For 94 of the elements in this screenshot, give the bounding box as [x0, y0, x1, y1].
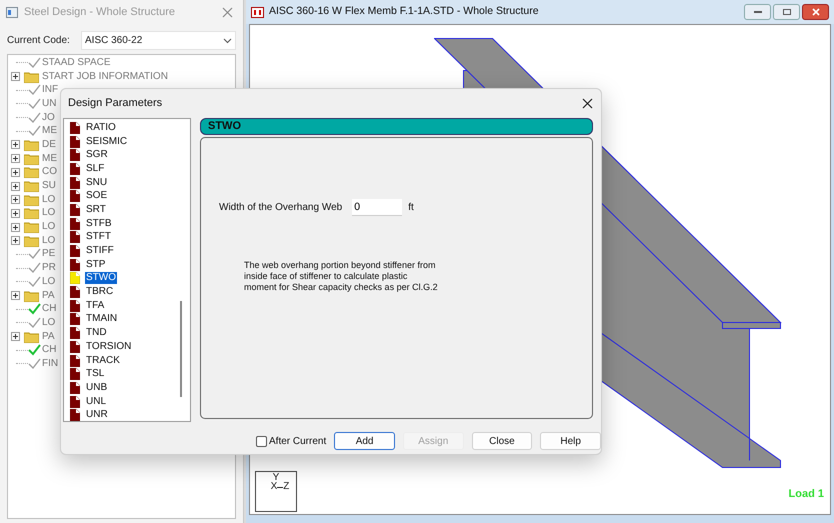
dialog-button[interactable]: Help — [540, 432, 601, 450]
tree-item[interactable]: DE — [42, 140, 56, 150]
folder-icon — [24, 180, 39, 192]
folder-icon — [24, 290, 39, 302]
dialog-button[interactable]: Close — [472, 432, 532, 450]
tree-item[interactable]: ME — [42, 154, 57, 164]
parameter-item[interactable]: SGR — [85, 149, 109, 162]
tree-item[interactable]: LO — [42, 194, 56, 205]
unit-label: ft — [408, 201, 414, 215]
parameter-item[interactable]: SRT — [85, 204, 107, 216]
parameter-item[interactable]: STP — [85, 258, 106, 271]
expand-icon[interactable] — [11, 195, 20, 204]
minimize-button[interactable] — [744, 4, 771, 20]
tree-item[interactable]: LO — [42, 236, 56, 246]
parameter-item[interactable]: UNR — [85, 409, 109, 421]
tree-item[interactable]: PA — [42, 332, 55, 342]
folder-icon — [24, 152, 39, 165]
tree-item[interactable]: LO — [42, 208, 56, 218]
document-icon — [251, 6, 264, 18]
expand-icon[interactable] — [11, 140, 20, 150]
parameter-item[interactable]: SOE — [85, 190, 108, 202]
tree-item[interactable]: INF — [42, 85, 58, 96]
parameter-item[interactable]: TSL — [85, 368, 106, 380]
parameter-item[interactable]: TORSION — [85, 340, 132, 353]
input-field[interactable]: 0 — [352, 199, 402, 216]
tree-item[interactable]: PR — [42, 263, 56, 274]
scrollbar-thumb[interactable] — [180, 301, 182, 397]
expand-icon[interactable] — [11, 332, 20, 342]
parameter-item[interactable]: STIFF — [85, 245, 115, 258]
chevron-down-icon — [223, 38, 232, 44]
parameter-item[interactable]: STFB — [85, 218, 113, 230]
dialog-title: Design Parameters — [68, 96, 162, 111]
folder-icon — [24, 166, 39, 178]
parameter-item[interactable]: SLF — [85, 162, 106, 175]
tree-item[interactable]: ME — [42, 126, 57, 136]
maximize-icon — [782, 9, 790, 15]
expand-icon[interactable] — [11, 182, 20, 191]
parameter-item[interactable]: STFT — [85, 231, 112, 244]
tree-item[interactable]: LO — [42, 276, 56, 287]
expand-icon[interactable] — [11, 154, 20, 164]
maximize-button[interactable] — [773, 4, 800, 20]
expand-icon[interactable] — [11, 291, 20, 300]
tree-item[interactable]: JO — [42, 112, 55, 123]
parameter-item[interactable]: TMAIN — [85, 313, 118, 326]
parameter-item[interactable]: SNU — [85, 176, 108, 189]
folder-icon — [24, 138, 39, 151]
minimize-icon — [754, 11, 762, 13]
expand-icon[interactable] — [11, 222, 20, 232]
tree-item[interactable]: LO — [42, 222, 56, 232]
close-icon[interactable] — [582, 98, 593, 108]
tree-item[interactable]: LO — [42, 318, 56, 328]
window-title: AISC 360-16 W Flex Memb F.1-1A.STD - Whole Structure — [269, 4, 539, 20]
tree-item[interactable]: STAAD SPACE — [42, 58, 111, 68]
tree-item[interactable]: CH — [42, 304, 56, 314]
folder-icon — [24, 221, 39, 234]
parameter-description: The web overhang portion beyond stiffener from inside face of stiffener to calculate plastic moment for Shear capacity checks as per Cl.G.2 — [244, 260, 439, 293]
tree-item[interactable]: FIN — [42, 358, 58, 369]
axis-triad: Y X Z — [255, 471, 297, 512]
folder-icon — [24, 70, 39, 83]
parameter-item[interactable]: TBRC — [85, 286, 114, 298]
parameter-item[interactable]: UNB — [85, 382, 108, 394]
code-dropdown[interactable]: AISC 360-22 — [81, 31, 236, 50]
folder-icon — [24, 330, 39, 343]
parameter-item[interactable]: TRACK — [85, 354, 121, 367]
parameter-header: STWO — [200, 118, 593, 135]
close-icon — [812, 8, 820, 16]
folder-icon — [24, 194, 39, 206]
expand-icon[interactable] — [11, 236, 20, 246]
expand-icon[interactable] — [11, 208, 20, 218]
parameter-item[interactable]: STWO — [85, 272, 117, 284]
dialog-button[interactable]: Add — [334, 432, 395, 450]
tree-item[interactable]: CO — [42, 167, 57, 178]
tree-item[interactable]: START JOB INFORMATION — [42, 72, 168, 82]
parameter-item[interactable]: RATIO — [85, 122, 117, 134]
parameter-item[interactable]: UNL — [85, 396, 108, 408]
tree-item[interactable]: PE — [42, 249, 56, 260]
tree-item[interactable]: UN — [42, 98, 56, 109]
parameter-item[interactable]: SEISMIC — [85, 136, 128, 148]
parameter-item[interactable]: TND — [85, 327, 108, 340]
close-button[interactable] — [802, 4, 829, 20]
field-label: Width of the Overhang Web — [219, 201, 342, 215]
expand-icon[interactable] — [11, 168, 20, 177]
folder-icon — [24, 207, 39, 220]
app-icon — [6, 6, 18, 18]
load-label: Load 1 — [788, 486, 824, 502]
tree-item[interactable]: SU — [42, 181, 56, 192]
after-current-checkbox[interactable]: After Current — [256, 434, 326, 448]
field-label: Current Code: — [7, 34, 70, 48]
expand-icon[interactable] — [11, 72, 20, 82]
parameter-item[interactable]: TFA — [85, 300, 106, 312]
tree-item[interactable]: CH — [42, 345, 56, 356]
window-title: Steel Design - Whole Structure — [24, 4, 176, 20]
tree-item[interactable]: PA — [42, 290, 55, 301]
folder-icon — [24, 234, 39, 247]
